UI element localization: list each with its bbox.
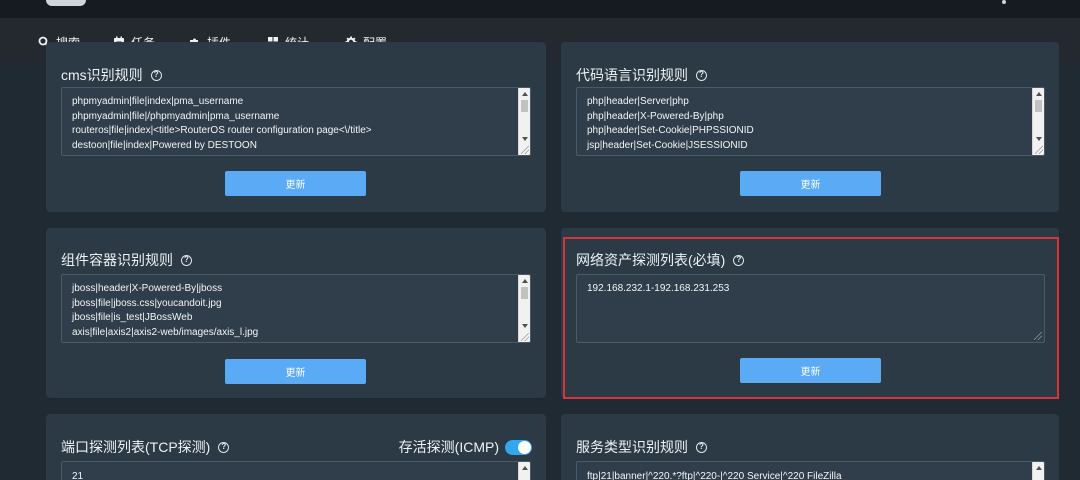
- card-port-list: 端口探测列表(TCP探测) ? 存活探测(ICMP) 21: [46, 414, 546, 480]
- card-cms-rules: cms识别规则 ? phpmyadmin|file|index|pma_user…: [46, 42, 546, 212]
- menu-dot-icon[interactable]: [1002, 0, 1006, 4]
- card-title: 端口探测列表(TCP探测) ?: [61, 437, 230, 457]
- textarea-scrollbar[interactable]: [1032, 88, 1044, 155]
- card-service-rules: 服务类型识别规则 ? ftp|21|banner|^220.*?ftp|^220…: [561, 414, 1059, 480]
- card-title: 服务类型识别规则 ?: [576, 437, 707, 457]
- textarea-scrollbar[interactable]: [518, 88, 530, 155]
- card-title: cms识别规则 ?: [61, 65, 162, 85]
- textarea-scrollbar[interactable]: [1032, 462, 1044, 480]
- update-button[interactable]: 更新: [740, 171, 881, 196]
- help-icon[interactable]: ?: [150, 69, 162, 81]
- update-button[interactable]: 更新: [225, 171, 366, 196]
- app-logo: [46, 0, 86, 6]
- card-title: 代码语言识别规则 ?: [576, 65, 707, 85]
- help-icon[interactable]: ?: [696, 69, 707, 81]
- container-rules-textarea[interactable]: jboss|header|X-Powered-By|jboss jboss|fi…: [61, 274, 531, 343]
- service-rules-textarea[interactable]: ftp|21|banner|^220.*?ftp|^220-|^220 Serv…: [576, 461, 1045, 480]
- resize-handle[interactable]: [1034, 332, 1042, 340]
- card-title: 组件容器识别规则 ?: [61, 250, 192, 270]
- textarea-scrollbar[interactable]: [518, 275, 530, 342]
- card-title: 网络资产探测列表(必填) ?: [576, 250, 745, 270]
- card-container-rules: 组件容器识别规则 ? jboss|header|X-Powered-By|jbo…: [46, 228, 546, 398]
- card-code-language-rules: 代码语言识别规则 ? php|header|Server|php php|hea…: [561, 42, 1059, 212]
- help-icon[interactable]: ?: [181, 254, 192, 266]
- card-network-assets: 网络资产探测列表(必填) ? 192.168.232.1-192.168.231…: [561, 228, 1059, 398]
- network-assets-textarea[interactable]: 192.168.232.1-192.168.231.253: [576, 274, 1045, 343]
- help-icon[interactable]: ?: [696, 441, 707, 453]
- top-bar: [0, 0, 1080, 18]
- port-list-textarea[interactable]: 21: [61, 461, 531, 480]
- icmp-toggle[interactable]: [505, 439, 532, 455]
- update-button[interactable]: 更新: [225, 359, 366, 384]
- icmp-toggle-group: 存活探测(ICMP): [399, 437, 532, 457]
- help-icon[interactable]: ?: [733, 254, 745, 266]
- cms-rules-textarea[interactable]: phpmyadmin|file|index|pma_username phpmy…: [61, 87, 531, 156]
- textarea-scrollbar[interactable]: [518, 462, 530, 480]
- code-language-rules-textarea[interactable]: php|header|Server|php php|header|X-Power…: [576, 87, 1045, 156]
- help-icon[interactable]: ?: [218, 441, 230, 453]
- update-button[interactable]: 更新: [740, 358, 881, 383]
